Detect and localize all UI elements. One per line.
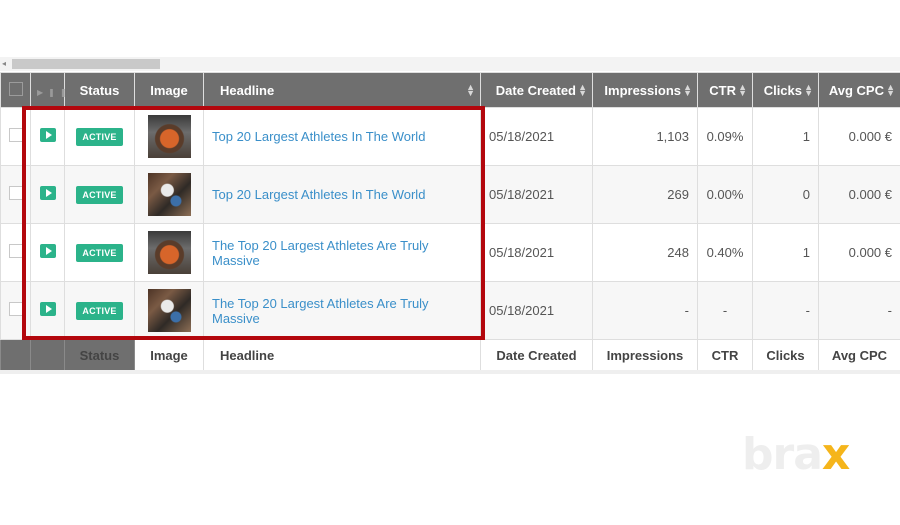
headline-link[interactable]: The Top 20 Largest Athletes Are Truly Ma… xyxy=(212,238,429,268)
headline-link[interactable]: The Top 20 Largest Athletes Are Truly Ma… xyxy=(212,296,429,326)
status-badge: ACTIVE xyxy=(76,185,123,204)
footer-ctr: CTR xyxy=(697,339,753,372)
date-created-cell: 05/18/2021 xyxy=(480,223,593,282)
scroll-left-icon[interactable]: ◂ xyxy=(2,59,6,68)
ad-image-thumbnail[interactable] xyxy=(147,115,191,158)
logo-text: bra xyxy=(742,429,823,480)
avg-cpc-cell: 0.000 € xyxy=(818,223,900,282)
avg-cpc-cell: 0.000 € xyxy=(818,165,900,224)
row-checkbox[interactable] xyxy=(9,128,23,142)
logo-accent: x xyxy=(821,429,850,480)
table-row: ACTIVE Top 20 Largest Athletes In The Wo… xyxy=(0,107,900,166)
headline-header-label: Headline xyxy=(220,82,275,98)
status-badge: ACTIVE xyxy=(76,243,123,262)
column-header-status[interactable]: Status xyxy=(64,72,135,108)
impressions-header-label: Impressions xyxy=(604,82,681,98)
footer-impressions: Impressions xyxy=(592,339,698,372)
ctr-cell: 0.09% xyxy=(697,107,753,166)
sort-icon[interactable]: ▲ ▼ xyxy=(804,83,813,98)
column-header-clicks[interactable]: Clicks ▲ ▼ xyxy=(752,72,819,108)
play-all-icon[interactable]: ▶ xyxy=(37,88,48,97)
play-icon[interactable] xyxy=(39,244,56,258)
ad-image-thumbnail[interactable] xyxy=(147,289,191,332)
footer-image: Image xyxy=(134,339,204,372)
clicks-cell: - xyxy=(752,281,819,340)
clicks-cell: 1 xyxy=(752,107,819,166)
sort-icon[interactable]: ▲ ▼ xyxy=(886,83,895,98)
footer-date-created: Date Created xyxy=(480,339,593,372)
avg-cpc-cell: 0.000 € xyxy=(818,107,900,166)
header-row: ▶❚❚ Status Image Headline ▲ ▼ Date Created… xyxy=(0,72,900,108)
horizontal-scrollbar[interactable]: ◂ xyxy=(0,57,900,71)
row-checkbox[interactable] xyxy=(9,244,23,258)
headline-link[interactable]: Top 20 Largest Athletes In The World xyxy=(212,129,425,144)
footer-blank xyxy=(0,339,31,372)
ctr-cell: - xyxy=(697,281,753,340)
column-header-avg-cpc[interactable]: Avg CPC ▲ ▼ xyxy=(818,72,900,108)
column-header-date-created[interactable]: Date Created ▲ ▼ xyxy=(480,72,593,108)
footer-blank xyxy=(30,339,65,372)
select-all-cell xyxy=(0,72,31,108)
footer-avg-cpc: Avg CPC xyxy=(818,339,900,372)
status-badge: ACTIVE xyxy=(76,301,123,320)
brax-logo: brax xyxy=(742,429,850,480)
scrollbar-thumb[interactable] xyxy=(12,59,160,69)
ctr-cell: 0.40% xyxy=(697,223,753,282)
clicks-cell: 0 xyxy=(752,165,819,224)
clicks-cell: 1 xyxy=(752,223,819,282)
headline-link[interactable]: Top 20 Largest Athletes In The World xyxy=(212,187,425,202)
column-header-impressions[interactable]: Impressions ▲ ▼ xyxy=(592,72,698,108)
date-header-label: Date Created xyxy=(495,82,576,98)
date-created-cell: 05/18/2021 xyxy=(480,281,593,340)
avg-cpc-cell: - xyxy=(818,281,900,340)
footer-clicks: Clicks xyxy=(752,339,819,372)
impressions-cell: - xyxy=(592,281,698,340)
sort-icon[interactable]: ▲ ▼ xyxy=(466,83,475,98)
footer-row: Status Image Headline Date Created Impre… xyxy=(0,339,900,372)
select-all-checkbox[interactable] xyxy=(8,81,23,96)
ctr-header-label: CTR xyxy=(709,82,736,98)
table-row: ACTIVE The Top 20 Largest Athletes Are T… xyxy=(0,223,900,282)
play-icon[interactable] xyxy=(39,186,56,200)
sort-icon[interactable]: ▲ ▼ xyxy=(578,83,587,98)
status-badge: ACTIVE xyxy=(76,127,123,146)
avg-cpc-header-label: Avg CPC xyxy=(828,82,884,98)
ads-table: ▶❚❚ Status Image Headline ▲ ▼ Date Created… xyxy=(0,72,900,372)
impressions-cell: 248 xyxy=(592,223,698,282)
date-created-cell: 05/18/2021 xyxy=(480,165,593,224)
column-header-headline[interactable]: Headline ▲ ▼ xyxy=(203,72,481,108)
impressions-cell: 269 xyxy=(592,165,698,224)
footer-headline: Headline xyxy=(203,339,481,372)
sort-icon[interactable]: ▲ ▼ xyxy=(738,83,747,98)
table-row: ACTIVE The Top 20 Largest Athletes Are T… xyxy=(0,281,900,340)
table-bottom-border xyxy=(0,370,900,374)
row-checkbox[interactable] xyxy=(9,302,23,316)
ad-image-thumbnail[interactable] xyxy=(147,231,191,274)
column-header-ctr[interactable]: CTR ▲ ▼ xyxy=(697,72,753,108)
ad-image-thumbnail[interactable] xyxy=(147,173,191,216)
row-checkbox[interactable] xyxy=(9,186,23,200)
play-icon[interactable] xyxy=(39,302,56,316)
table-row: ACTIVE Top 20 Largest Athletes In The Wo… xyxy=(0,165,900,224)
date-created-cell: 05/18/2021 xyxy=(480,107,593,166)
column-header-image[interactable]: Image xyxy=(134,72,204,108)
impressions-cell: 1,103 xyxy=(592,107,698,166)
footer-status: Status xyxy=(64,339,135,372)
controls-header: ▶❚❚ xyxy=(30,72,66,108)
ctr-cell: 0.00% xyxy=(697,165,753,224)
play-icon[interactable] xyxy=(39,128,56,142)
clicks-header-label: Clicks xyxy=(763,82,802,98)
sort-icon[interactable]: ▲ ▼ xyxy=(683,83,692,98)
